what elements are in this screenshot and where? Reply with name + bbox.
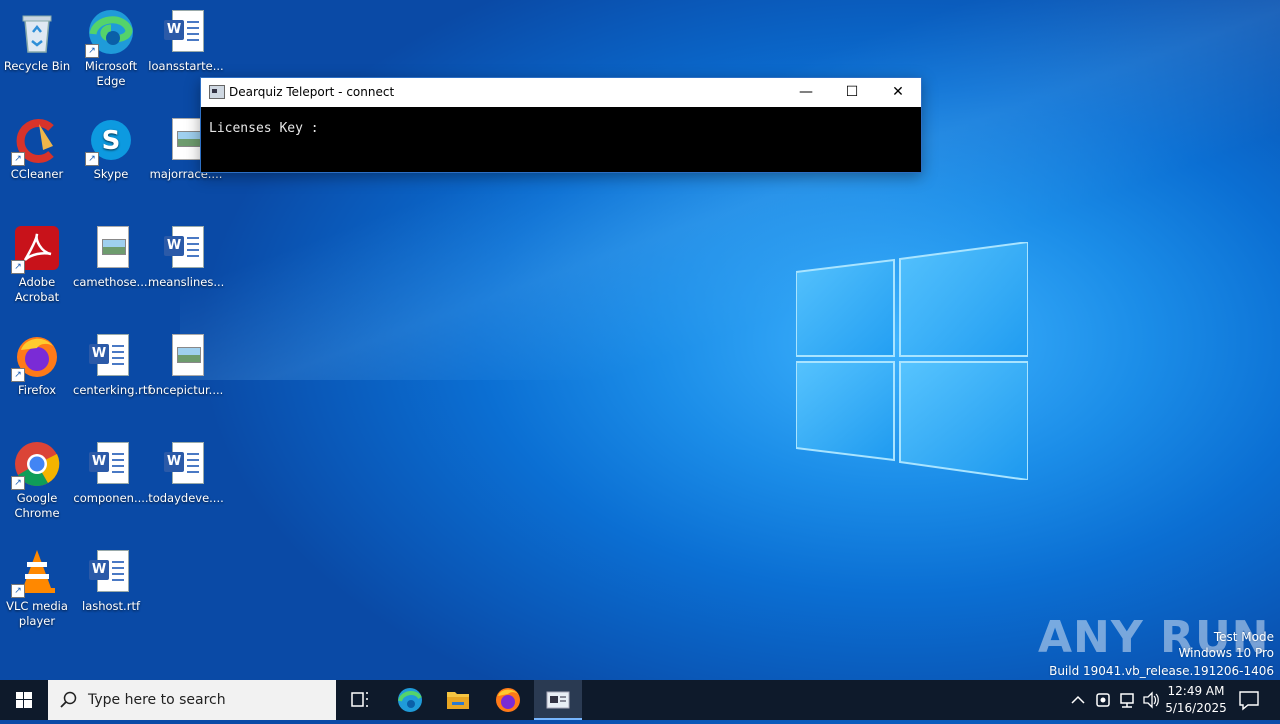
desktop-icon-componen[interactable]: W componen.... <box>73 440 149 506</box>
desktop-icon-centerking[interactable]: W centerking.rtf <box>73 332 152 398</box>
desktop-icon-lashost[interactable]: W lashost.rtf <box>73 548 149 614</box>
search-icon <box>60 691 77 708</box>
word-document-icon: W <box>162 224 210 272</box>
desktop-icon-adobe-acrobat[interactable]: ↗ Adobe Acrobat <box>0 224 75 305</box>
desktop-icon-oncepictur[interactable]: oncepictur.... <box>148 332 224 398</box>
desktop-icon-recycle-bin[interactable]: Recycle Bin <box>0 8 75 74</box>
word-document-icon: W <box>87 548 135 596</box>
tray-app-button[interactable] <box>1092 680 1114 720</box>
desktop-icon-label: componen.... <box>73 491 149 505</box>
vlc-icon: ↗ <box>11 548 61 598</box>
desktop-icon-loansstarte[interactable]: W loansstarte... <box>148 8 224 74</box>
action-center-button[interactable] <box>1234 680 1264 720</box>
desktop-icon-google-chrome[interactable]: ↗ Google Chrome <box>0 440 75 521</box>
desktop-icon-label: meanslines... <box>148 275 225 289</box>
start-button[interactable] <box>0 680 48 720</box>
windows-start-icon <box>16 692 32 708</box>
desktop-icon-label: Adobe Acrobat <box>14 275 60 304</box>
taskbar-edge-button[interactable] <box>386 680 434 720</box>
edge-icon <box>398 688 422 712</box>
file-explorer-icon <box>447 692 469 709</box>
shortcut-arrow-icon: ↗ <box>11 476 25 490</box>
skype-icon: S ↗ <box>85 116 135 166</box>
taskbar-search-box[interactable]: Type here to search <box>48 680 336 720</box>
test-mode-label: Test Mode <box>1213 630 1274 644</box>
desktop-icon-skype[interactable]: S ↗ Skype <box>73 116 149 182</box>
desktop-icon-ccleaner[interactable]: ↗ CCleaner <box>0 116 75 182</box>
desktop-icon-meanslines[interactable]: W meanslines... <box>148 224 224 290</box>
desktop-icon-vlc[interactable]: ↗ VLC media player <box>0 548 75 629</box>
image-file-icon <box>87 224 135 272</box>
chevron-up-icon <box>1071 695 1085 704</box>
desktop-icon-edge[interactable]: ↗ Microsoft Edge <box>73 8 149 89</box>
desktop-icon-label: Recycle Bin <box>3 59 71 73</box>
word-document-icon: W <box>162 440 210 488</box>
desktop-icon-label: Microsoft Edge <box>84 59 138 88</box>
image-file-icon <box>162 332 210 380</box>
desktop-icon-label: VLC media player <box>6 599 68 628</box>
shortcut-arrow-icon: ↗ <box>11 152 25 166</box>
taskbar-clock[interactable]: 12:49 AM 5/16/2025 <box>1164 683 1228 717</box>
desktop-icon-camethose[interactable]: camethose.... <box>73 224 152 290</box>
clock-time: 12:49 AM <box>1167 684 1225 698</box>
svg-text:S: S <box>102 126 121 156</box>
desktop-icon-label: Firefox <box>17 383 57 397</box>
taskbar: Type here to search 12:49 AM 5/16/2025 <box>0 680 1280 720</box>
volume-button[interactable] <box>1140 680 1162 720</box>
word-document-icon: W <box>162 8 210 56</box>
console-output[interactable]: Licenses Key : <box>201 107 921 150</box>
desktop-icon-label: oncepictur.... <box>148 383 224 397</box>
network-icon <box>1120 693 1134 708</box>
recycle-bin-icon <box>13 8 61 56</box>
desktop-icon-label: todaydeve.... <box>148 491 224 505</box>
minimize-button[interactable]: — <box>783 78 829 107</box>
desktop-icon-label: camethose.... <box>73 275 152 289</box>
taskbar-firefox-button[interactable] <box>484 680 532 720</box>
desktop-icon-label: lashost.rtf <box>82 599 140 613</box>
desktop-icon-label: CCleaner <box>10 167 64 181</box>
notification-icon <box>1239 691 1259 711</box>
shortcut-arrow-icon: ↗ <box>11 260 25 274</box>
windows-wallpaper-logo <box>796 242 1028 480</box>
desktop-icon-todaydeve[interactable]: W todaydeve.... <box>148 440 224 506</box>
task-view-icon <box>351 692 368 707</box>
desktop-icon-label: loansstarte... <box>148 59 224 73</box>
search-placeholder: Type here to search <box>88 692 226 708</box>
chrome-icon: ↗ <box>11 440 61 490</box>
shortcut-arrow-icon: ↗ <box>85 152 99 166</box>
speaker-icon <box>1143 691 1159 709</box>
shortcut-arrow-icon: ↗ <box>11 368 25 382</box>
desktop-icon-label: Google Chrome <box>14 491 60 520</box>
task-view-button[interactable] <box>336 680 384 720</box>
close-button[interactable]: ✕ <box>875 78 921 107</box>
network-button[interactable] <box>1116 680 1138 720</box>
shortcut-arrow-icon: ↗ <box>11 584 25 598</box>
word-document-icon: W <box>87 332 135 380</box>
desktop-icon-firefox[interactable]: ↗ Firefox <box>0 332 75 398</box>
taskbar-file-explorer-button[interactable] <box>434 680 482 720</box>
word-document-icon: W <box>87 440 135 488</box>
desktop-icon-label: centerking.rtf <box>73 383 152 397</box>
show-hidden-icons-button[interactable] <box>1068 680 1088 720</box>
acrobat-icon: ↗ <box>11 224 61 274</box>
windows-edition-label: Windows 10 Pro <box>1178 646 1274 660</box>
console-titlebar[interactable]: Dearquiz Teleport - connect — ☐ ✕ <box>201 78 921 107</box>
build-label: Build 19041.vb_release.191206-1406 <box>1049 664 1274 678</box>
clock-date: 5/16/2025 <box>1165 701 1227 715</box>
console-app-icon <box>209 85 225 99</box>
firefox-icon <box>496 688 520 712</box>
edge-icon: ↗ <box>85 8 135 58</box>
tray-app-icon <box>1096 693 1110 707</box>
maximize-button[interactable]: ☐ <box>829 78 875 107</box>
console-window[interactable]: Dearquiz Teleport - connect — ☐ ✕ Licens… <box>200 77 922 173</box>
ccleaner-icon: ↗ <box>11 116 61 166</box>
console-title: Dearquiz Teleport - connect <box>229 85 395 99</box>
shortcut-arrow-icon: ↗ <box>85 44 99 58</box>
desktop-icon-label: Skype <box>93 167 129 181</box>
taskbar-console-button[interactable] <box>534 680 582 720</box>
firefox-icon: ↗ <box>11 332 61 382</box>
console-app-icon <box>546 691 570 709</box>
desktop-light-beam <box>180 0 1280 380</box>
